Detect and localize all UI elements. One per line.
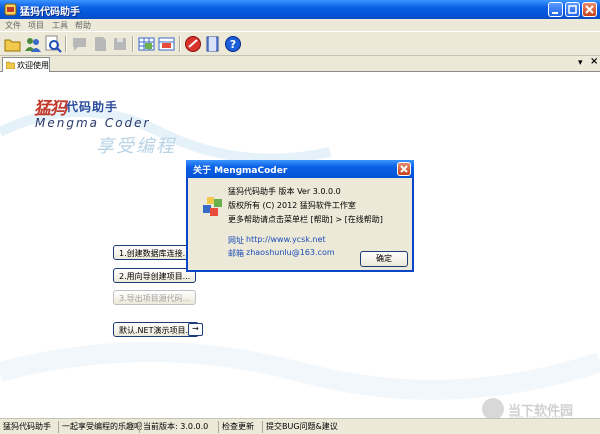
tab-list-icon[interactable]: ▾	[578, 58, 583, 68]
watermark-logo-icon	[482, 398, 504, 420]
menu-file[interactable]: 文件	[5, 20, 21, 31]
close-button[interactable]	[582, 2, 597, 17]
grid-icon[interactable]	[138, 35, 156, 53]
help-hint-text: 更多帮助请点击菜单栏 [帮助] > [在线帮助]	[228, 215, 383, 224]
blocks-icon	[203, 197, 222, 216]
page-icon[interactable]	[91, 35, 109, 53]
toolbar-separator	[132, 36, 134, 52]
menu-bar: 文件 项目 工具 帮助	[0, 19, 600, 31]
open-folder-icon[interactable]	[4, 35, 22, 53]
logo-en: Mengma Coder	[35, 116, 151, 130]
tab-welcome[interactable]: 欢迎使用	[2, 57, 50, 72]
go-button[interactable]: →	[188, 323, 203, 336]
status-tagline: 一起享受编程的乐趣吧	[58, 421, 142, 433]
tab-strip: 欢迎使用 ▾ ×	[0, 56, 600, 72]
help-icon[interactable]: ?	[224, 35, 242, 53]
toolbar-separator	[179, 36, 181, 52]
save-icon[interactable]	[111, 35, 129, 53]
menu-tools[interactable]: 工具	[52, 20, 68, 31]
website-label: 网址	[228, 236, 244, 245]
book-icon[interactable]	[204, 35, 222, 53]
toolbar: ?	[0, 31, 600, 56]
close-icon	[585, 5, 594, 14]
dialog-title-bar: 关于 MengmaCoder	[186, 160, 414, 178]
maximize-icon	[568, 5, 577, 14]
search-icon[interactable]	[44, 35, 62, 53]
website-link[interactable]: http://www.ycsk.net	[246, 235, 326, 244]
comment-icon[interactable]	[71, 35, 89, 53]
app-icon	[4, 3, 17, 16]
copyright-text: 版权所有 (C) 2012 猛犸软件工作室	[228, 201, 356, 210]
dialog-close-button[interactable]	[397, 162, 411, 176]
version-text: 猛犸代码助手 版本 Ver 3.0.0.0	[228, 187, 341, 196]
status-app-name: 猛犸代码助手	[3, 422, 51, 431]
menu-help[interactable]: 帮助	[75, 20, 91, 31]
default-demo-project-button[interactable]: 默认.NET演示项目...	[113, 322, 200, 337]
minimize-icon	[552, 12, 558, 14]
create-db-connection-button[interactable]: 1.创建数据库连接...	[113, 245, 197, 260]
email-label: 邮箱	[228, 249, 244, 258]
toolbar-separator	[65, 36, 67, 52]
submit-feedback-link[interactable]: 提交BUG问题&建议	[262, 421, 338, 433]
check-update-link[interactable]: 检查更新	[218, 421, 254, 433]
window-title: 猛犸代码助手	[20, 7, 80, 18]
users-icon[interactable]	[24, 35, 42, 53]
about-dialog: 关于 MengmaCoder 猛犸代码助手 版本 Ver 3.0.0.0 版权所…	[186, 160, 414, 272]
tab-label: 欢迎使用	[17, 61, 49, 70]
wizard-create-project-button[interactable]: 2.用向导创建项目...	[113, 268, 197, 283]
export-icon[interactable]	[158, 35, 176, 53]
status-bar: 猛犸代码助手 一起享受编程的乐趣吧 当前版本: 3.0.0.0 检查更新 提交B…	[0, 418, 600, 434]
menu-project[interactable]: 项目	[28, 20, 44, 31]
close-icon	[400, 165, 408, 173]
maximize-button[interactable]	[565, 2, 580, 17]
tab-close-icon[interactable]: ×	[590, 56, 598, 67]
tab-icon	[6, 61, 15, 69]
ok-button[interactable]: 确定	[360, 251, 408, 267]
email-link[interactable]: zhaoshunlu@163.com	[246, 248, 335, 257]
svg-text:?: ?	[230, 38, 236, 51]
export-source-button[interactable]: 3.导出项目源代码...	[113, 290, 197, 305]
title-bar: 猛犸代码助手	[0, 0, 600, 19]
stop-icon[interactable]	[184, 35, 202, 53]
dialog-title: 关于 MengmaCoder	[193, 166, 288, 176]
status-version: 当前版本: 3.0.0.0	[139, 421, 208, 433]
minimize-button[interactable]	[548, 2, 563, 17]
slogan: 享受编程	[96, 136, 176, 157]
logo-cn-title: 代码助手	[66, 100, 119, 114]
